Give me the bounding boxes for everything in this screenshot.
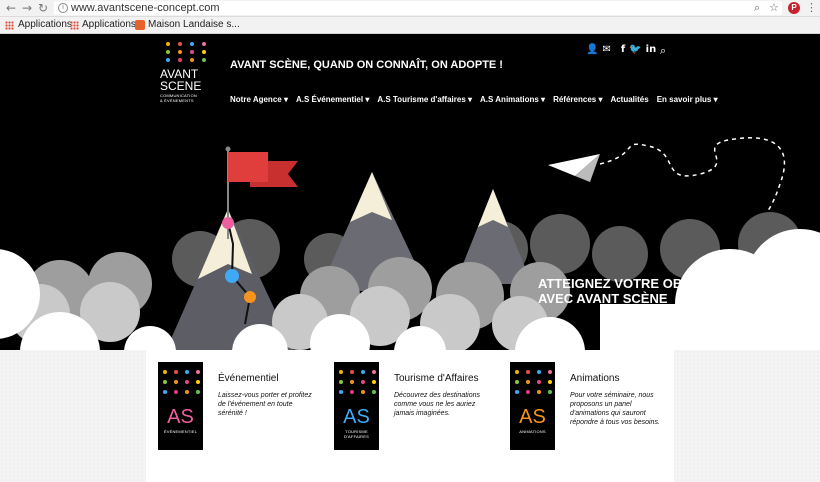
url-text: www.avantscene-concept.com (71, 2, 220, 14)
nav-notre-agence[interactable]: Notre Agence ▾ (230, 95, 288, 104)
hero-line-1: ATTEIGNEZ VOTRE OBJECTIF (538, 276, 727, 291)
nav-en-savoir-plus[interactable]: En savoir plus ▾ (657, 95, 718, 104)
main-navigation: Notre Agence ▾ A.S Événementiel ▾ A.S To… (230, 95, 718, 104)
nav-actualites[interactable]: Actualités (610, 95, 648, 104)
paper-plane-icon (548, 154, 600, 182)
badge-tourisme: AS TOURISME D'AFFAIRES (334, 362, 379, 450)
twitter-icon[interactable]: 🐦 (629, 44, 641, 55)
card-description: Laissez-vous porter et profitez de l'évé… (218, 392, 312, 417)
card-description: Pour votre séminaire, nous proposons un … (570, 392, 660, 426)
logo-dots (166, 42, 208, 62)
badge-dots (163, 370, 202, 394)
apps-grid-icon (70, 21, 79, 30)
nav-evenementiel[interactable]: A.S Événementiel ▾ (296, 95, 369, 104)
badge-as-text: AS (167, 406, 194, 428)
linkedin-icon[interactable]: in (646, 44, 657, 55)
mail-icon[interactable]: ✉ (602, 44, 610, 55)
user-icon[interactable]: 👤 (586, 44, 598, 55)
bookmarks-bar: Applications Applications Maison Landais… (0, 17, 820, 34)
card-title: Événementiel (218, 373, 279, 384)
bookmark-maison-landaise[interactable]: Maison Landaise s... (148, 17, 240, 33)
badge-dots (339, 370, 378, 394)
badge-sub-text: ANIMATIONS (519, 429, 546, 434)
hero-headline: ATTEIGNEZ VOTRE OBJECTIF AVEC AVANT SCÈN… (538, 276, 758, 306)
card-description: Découvrez des destinations comme vous ne… (394, 392, 480, 417)
address-bar[interactable]: i www.avantscene-concept.com ⌕ ☆ (54, 1, 782, 15)
bookmark-applications[interactable]: Applications (18, 17, 72, 33)
services-section: AS ÉVÉNEMENTIEL Événementiel Laissez-vou… (0, 350, 820, 482)
card-title: Animations (570, 373, 620, 384)
badge-sub-text-2: D'AFFAIRES (344, 434, 369, 439)
apps-grid-icon (5, 21, 14, 30)
browser-menu-icon[interactable]: ⋮ (806, 0, 817, 16)
bookmark-applications-2[interactable]: Applications (82, 17, 136, 33)
nav-references[interactable]: Références ▾ (553, 95, 602, 104)
card-tourisme-affaires[interactable]: AS TOURISME D'AFFAIRES Tourisme d'Affair… (334, 362, 504, 452)
logo-sub-2: & ÉVÉNEMENTS (160, 98, 194, 103)
pinterest-extension-icon[interactable]: P (788, 2, 800, 14)
site-logo[interactable]: AVANT SCENE COMMUNICATION & ÉVÉNEMENTS (160, 42, 208, 103)
facebook-icon[interactable]: f (621, 44, 625, 55)
card-evenementiel[interactable]: AS ÉVÉNEMENTIEL Événementiel Laissez-vou… (158, 362, 328, 452)
badge-evenementiel: AS ÉVÉNEMENTIEL (158, 362, 203, 450)
zoom-icon[interactable]: ⌕ (754, 1, 760, 15)
site-tagline: AVANT SCÈNE, QUAND ON CONNAÎT, ON ADOPTE… (230, 59, 503, 71)
site-info-icon[interactable]: i (58, 3, 68, 13)
reload-icon[interactable]: ↻ (36, 1, 50, 15)
search-icon[interactable]: ⌕ (660, 44, 666, 58)
card-animations[interactable]: AS ANIMATIONS Animations Pour votre sémi… (510, 362, 680, 452)
browser-toolbar: ← → ↻ i www.avantscene-concept.com ⌕ ☆ P… (0, 0, 820, 17)
services-panel: AS ÉVÉNEMENTIEL Événementiel Laissez-vou… (146, 350, 674, 482)
social-links: 👤 ✉ f 🐦 in (586, 44, 656, 55)
nav-tourisme[interactable]: A.S Tourisme d'affaires ▾ (377, 95, 472, 104)
maison-favicon-icon (135, 20, 145, 30)
back-icon[interactable]: ← (4, 1, 18, 15)
hero-line-2: AVEC AVANT SCÈNE (538, 291, 668, 306)
badge-sub-text: ÉVÉNEMENTIEL (163, 429, 198, 434)
badge-animations: AS ANIMATIONS (510, 362, 555, 450)
nav-animations[interactable]: A.S Animations ▾ (480, 95, 545, 104)
bookmark-star-icon[interactable]: ☆ (769, 1, 779, 15)
forward-icon[interactable]: → (20, 1, 34, 15)
badge-as-text: AS (519, 406, 546, 428)
hero-banner: AVANT SCENE COMMUNICATION & ÉVÉNEMENTS A… (0, 34, 820, 350)
badge-dots (515, 370, 554, 394)
logo-line-2: SCENE (160, 79, 202, 93)
badge-as-text: AS (343, 406, 370, 428)
card-title: Tourisme d'Affaires (394, 373, 479, 384)
